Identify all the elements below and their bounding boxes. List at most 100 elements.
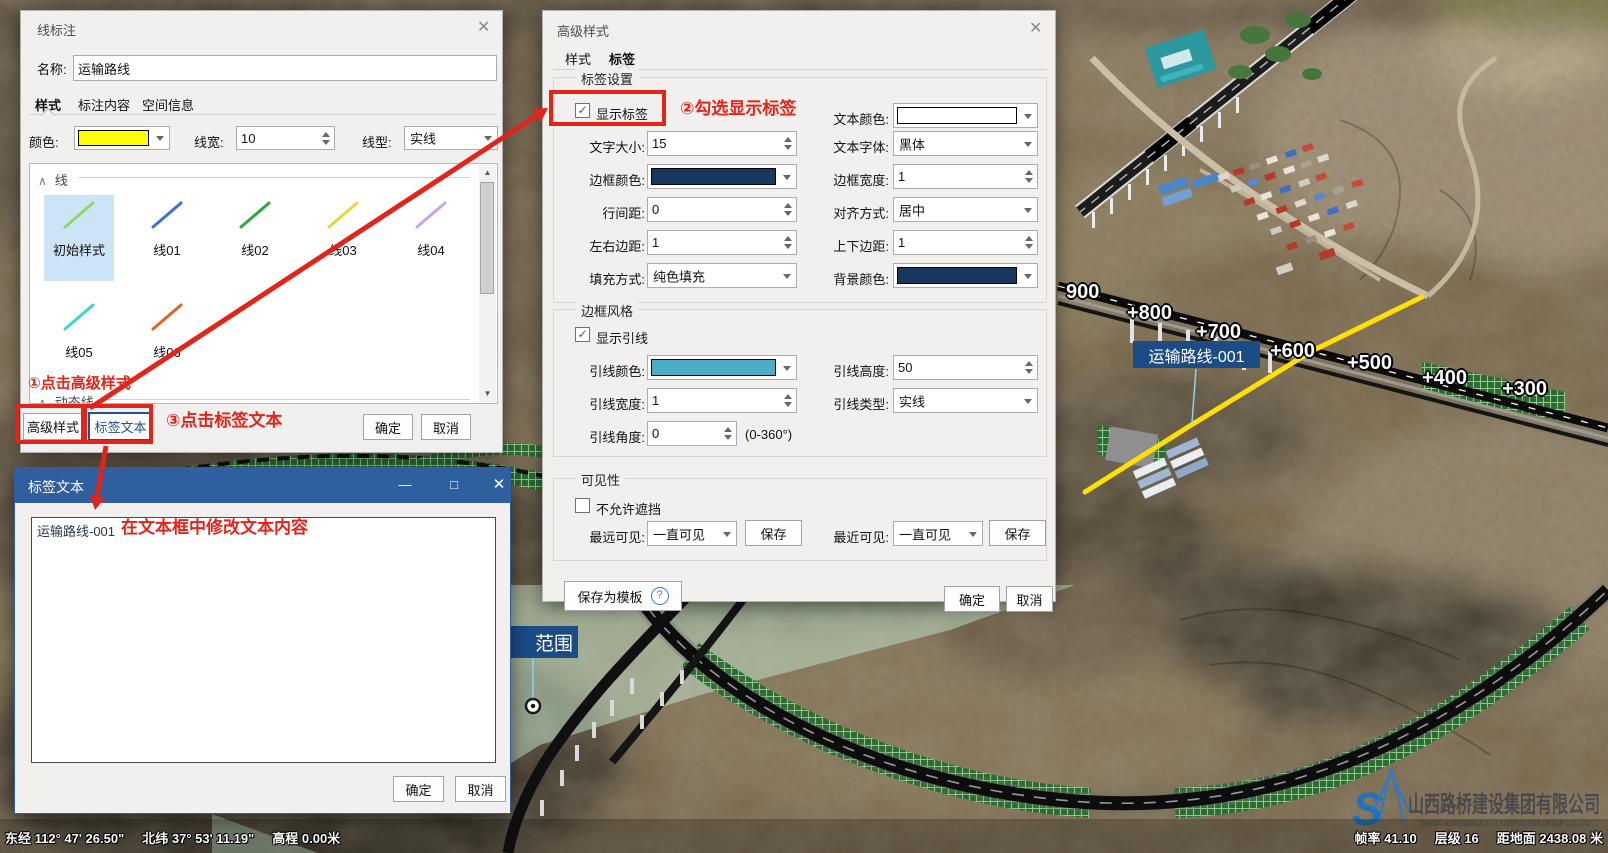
route-map-label[interactable]: 运输路线-001 (1133, 341, 1260, 368)
label-text-button[interactable]: 标签文本 (88, 412, 153, 441)
font-size-input[interactable] (648, 132, 780, 155)
cancel-button[interactable]: 取消 (1006, 586, 1053, 612)
chevron-down-icon (969, 532, 977, 537)
leader-angle-input[interactable] (648, 422, 720, 445)
save-as-template-button[interactable]: 保存为模板 ? (564, 581, 682, 611)
chevron-down-icon (1024, 208, 1032, 213)
line-type-dropdown[interactable]: 实线 (404, 126, 498, 150)
line-spacing-input[interactable] (648, 198, 780, 221)
close-icon[interactable]: ✕ (486, 472, 512, 498)
leader-angle-stepper[interactable] (647, 421, 737, 446)
tb-margin-label: 上下边距: (819, 236, 889, 255)
dialog-title: 线标注 (37, 20, 76, 39)
ok-button[interactable]: 确定 (363, 414, 413, 440)
cancel-button[interactable]: 取消 (421, 414, 471, 440)
leader-width-stepper[interactable] (647, 388, 797, 413)
group-title: 边框风格 (576, 301, 638, 320)
gis-application-window: S 山西路桥建设集团有限公司 SHANXI ROAD&BRIDGE CONSTR… (0, 0, 1608, 853)
line-width-input[interactable] (237, 127, 318, 149)
near-visible-dropdown[interactable]: 一直可见 (893, 521, 983, 546)
save-far-button[interactable]: 保存 (745, 520, 802, 546)
chainage-mark: +400 (1422, 367, 1467, 390)
line-width-stepper[interactable] (236, 126, 335, 150)
border-color-picker[interactable] (647, 164, 797, 189)
ok-button[interactable]: 确定 (944, 586, 1000, 612)
tab-annotation-content[interactable]: 标注内容 (78, 95, 130, 114)
border-width-stepper[interactable] (893, 164, 1038, 189)
maximize-icon[interactable]: □ (441, 472, 467, 498)
label-text-area[interactable]: 运输路线-001 (31, 517, 496, 763)
leader-color-picker[interactable] (647, 355, 797, 380)
show-label-checkbox[interactable]: ✓ (575, 103, 590, 118)
close-icon[interactable]: ✕ (477, 17, 490, 37)
text-color-picker[interactable] (893, 103, 1038, 128)
chevron-down-icon (783, 175, 791, 180)
scroll-down-icon[interactable]: ▼ (479, 386, 496, 402)
color-swatch (78, 130, 149, 146)
border-width-label: 边框宽度: (819, 170, 889, 189)
dialog-titlebar: 标签文本 — □ ✕ (15, 468, 510, 503)
chevron-down-icon (723, 532, 731, 537)
font-family-dropdown[interactable]: 黑体 (893, 131, 1038, 156)
label-text-dialog: 标签文本 — □ ✕ 运输路线-001 确定 取消 (14, 467, 511, 814)
bg-color-picker[interactable] (893, 263, 1038, 288)
line-style-tile[interactable]: 初始样式 (44, 195, 114, 281)
lr-margin-input[interactable] (648, 231, 780, 254)
name-input[interactable] (74, 56, 496, 80)
line-style-tile[interactable]: 线02 (220, 195, 290, 281)
no-occlusion-checkbox[interactable] (575, 498, 590, 513)
chainage-mark: +800 (1127, 302, 1172, 325)
line-spacing-stepper[interactable] (647, 197, 797, 222)
chainage-mark: +300 (1502, 378, 1547, 401)
show-leader-checkbox[interactable]: ✓ (575, 327, 590, 342)
scroll-up-icon[interactable]: ▲ (479, 165, 496, 181)
help-icon[interactable]: ? (651, 587, 669, 605)
line-spacing-label: 行间距: (573, 203, 645, 222)
font-size-stepper[interactable] (647, 131, 797, 156)
line-type-value: 实线 (410, 129, 436, 148)
border-width-input[interactable] (894, 165, 1021, 188)
line-style-tile[interactable]: 线01 (132, 195, 202, 281)
chevron-down-icon (783, 274, 791, 279)
chevron-down-icon (484, 136, 492, 141)
leader-height-input[interactable] (894, 356, 1021, 379)
advanced-style-button[interactable]: 高级样式 (23, 413, 83, 440)
status-camera-distance: 距地面 2438.08 米 (1497, 828, 1603, 847)
cancel-button[interactable]: 取消 (455, 776, 506, 802)
line-style-tile[interactable]: 线06 (132, 297, 202, 383)
leader-height-stepper[interactable] (893, 355, 1038, 380)
section-line[interactable]: ∧线 (38, 170, 68, 189)
tab-style[interactable]: 样式 (565, 49, 591, 68)
line-style-tile[interactable]: 线04 (396, 195, 466, 281)
close-icon[interactable]: ✕ (1029, 18, 1042, 38)
ok-button[interactable]: 确定 (393, 776, 444, 802)
chainage-mark: 900 (1066, 281, 1099, 304)
section-dynamic-line[interactable]: ∧动态线 (38, 392, 94, 404)
line-color-picker[interactable] (74, 126, 170, 150)
name-input-wrap (73, 55, 497, 81)
fill-mode-label: 填充方式: (573, 269, 645, 288)
fill-mode-dropdown[interactable]: 纯色填充 (647, 263, 797, 288)
tb-margin-stepper[interactable] (893, 230, 1038, 255)
minimize-icon[interactable]: — (392, 472, 418, 498)
lr-margin-stepper[interactable] (647, 230, 797, 255)
leader-width-input[interactable] (648, 389, 780, 412)
status-coordinates: 东经 112° 47' 26.50" 北纬 37° 53' 11.19" 高程 … (5, 828, 340, 847)
scrollbar-thumb[interactable] (480, 182, 494, 294)
line-style-tile[interactable]: 线03 (308, 195, 378, 281)
save-near-button[interactable]: 保存 (989, 520, 1046, 546)
line-style-tile[interactable]: 线05 (44, 297, 114, 383)
leader-width-label: 引线宽度: (573, 394, 645, 413)
chainage-mark: +700 (1196, 321, 1241, 344)
scrollbar[interactable]: ▲ ▼ (479, 165, 496, 402)
tab-spatial-info[interactable]: 空间信息 (142, 95, 194, 114)
no-occlusion-text: 不允许遮挡 (596, 499, 661, 518)
border-color-label: 边框颜色: (573, 170, 645, 189)
chevron-down-icon (1024, 114, 1032, 119)
far-visible-dropdown[interactable]: 一直可见 (647, 521, 737, 546)
leader-type-dropdown[interactable]: 实线 (893, 388, 1038, 413)
color-swatch (897, 267, 1017, 284)
tb-margin-input[interactable] (894, 231, 1021, 254)
align-dropdown[interactable]: 居中 (893, 197, 1038, 222)
chevron-down-icon (1024, 142, 1032, 147)
